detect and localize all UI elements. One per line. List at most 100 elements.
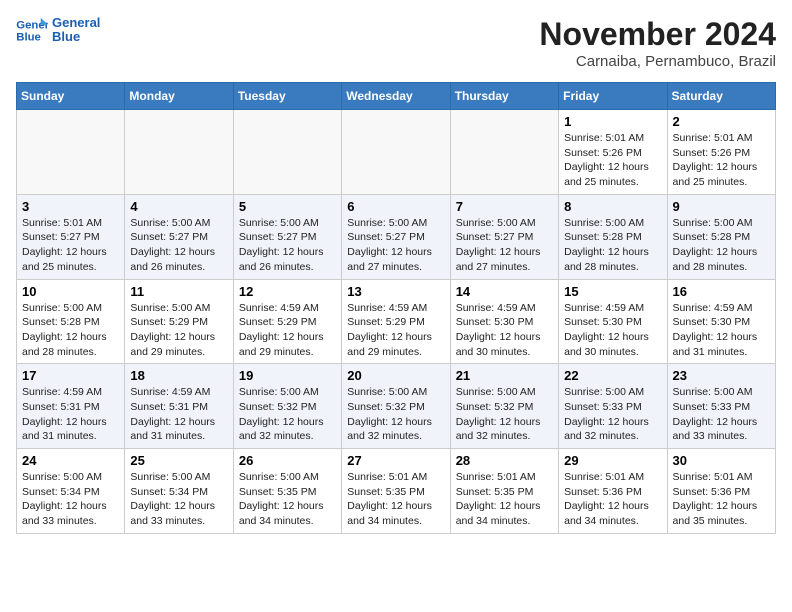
day-number: 11 bbox=[130, 284, 227, 299]
calendar-cell: 15 Sunrise: 4:59 AM Sunset: 5:30 PM Dayli… bbox=[559, 279, 667, 364]
calendar-cell: 28 Sunrise: 5:01 AM Sunset: 5:35 PM Dayli… bbox=[450, 449, 558, 534]
day-number: 27 bbox=[347, 453, 444, 468]
weekday-header-tuesday: Tuesday bbox=[233, 83, 341, 110]
day-info: Sunrise: 5:01 AM Sunset: 5:26 PM Dayligh… bbox=[673, 131, 770, 190]
day-info: Sunrise: 5:00 AM Sunset: 5:32 PM Dayligh… bbox=[456, 385, 553, 444]
weekday-header-row: SundayMondayTuesdayWednesdayThursdayFrid… bbox=[17, 83, 776, 110]
calendar-cell: 26 Sunrise: 5:00 AM Sunset: 5:35 PM Dayli… bbox=[233, 449, 341, 534]
calendar-cell: 4 Sunrise: 5:00 AM Sunset: 5:27 PM Daylig… bbox=[125, 194, 233, 279]
calendar-week-5: 24 Sunrise: 5:00 AM Sunset: 5:34 PM Dayli… bbox=[17, 449, 776, 534]
calendar-cell bbox=[17, 110, 125, 195]
day-info: Sunrise: 5:00 AM Sunset: 5:34 PM Dayligh… bbox=[130, 470, 227, 529]
weekday-header-thursday: Thursday bbox=[450, 83, 558, 110]
day-info: Sunrise: 4:59 AM Sunset: 5:31 PM Dayligh… bbox=[22, 385, 119, 444]
day-info: Sunrise: 4:59 AM Sunset: 5:31 PM Dayligh… bbox=[130, 385, 227, 444]
day-number: 3 bbox=[22, 199, 119, 214]
day-info: Sunrise: 5:00 AM Sunset: 5:28 PM Dayligh… bbox=[673, 216, 770, 275]
day-info: Sunrise: 5:00 AM Sunset: 5:27 PM Dayligh… bbox=[239, 216, 336, 275]
day-info: Sunrise: 5:00 AM Sunset: 5:32 PM Dayligh… bbox=[239, 385, 336, 444]
day-info: Sunrise: 5:00 AM Sunset: 5:33 PM Dayligh… bbox=[564, 385, 661, 444]
day-number: 17 bbox=[22, 368, 119, 383]
day-info: Sunrise: 5:01 AM Sunset: 5:27 PM Dayligh… bbox=[22, 216, 119, 275]
location-subtitle: Carnaiba, Pernambuco, Brazil bbox=[539, 53, 776, 70]
weekday-header-wednesday: Wednesday bbox=[342, 83, 450, 110]
day-number: 28 bbox=[456, 453, 553, 468]
svg-text:Blue: Blue bbox=[16, 32, 41, 44]
calendar-cell bbox=[342, 110, 450, 195]
day-info: Sunrise: 4:59 AM Sunset: 5:30 PM Dayligh… bbox=[456, 301, 553, 360]
day-number: 15 bbox=[564, 284, 661, 299]
calendar-cell: 6 Sunrise: 5:00 AM Sunset: 5:27 PM Daylig… bbox=[342, 194, 450, 279]
day-info: Sunrise: 5:00 AM Sunset: 5:28 PM Dayligh… bbox=[564, 216, 661, 275]
day-number: 13 bbox=[347, 284, 444, 299]
day-number: 8 bbox=[564, 199, 661, 214]
day-number: 1 bbox=[564, 114, 661, 129]
calendar-cell: 22Sunrise: 5:00 AM Sunset: 5:33 PM Dayli… bbox=[559, 364, 667, 449]
day-info: Sunrise: 5:00 AM Sunset: 5:32 PM Dayligh… bbox=[347, 385, 444, 444]
calendar-cell: 19 Sunrise: 5:00 AM Sunset: 5:32 PM Dayli… bbox=[233, 364, 341, 449]
day-number: 29 bbox=[564, 453, 661, 468]
calendar-cell: 30 Sunrise: 5:01 AM Sunset: 5:36 PM Dayli… bbox=[667, 449, 775, 534]
calendar-cell: 14 Sunrise: 4:59 AM Sunset: 5:30 PM Dayli… bbox=[450, 279, 558, 364]
calendar-cell: 20 Sunrise: 5:00 AM Sunset: 5:32 PM Dayli… bbox=[342, 364, 450, 449]
calendar-cell bbox=[450, 110, 558, 195]
calendar-cell: 17 Sunrise: 4:59 AM Sunset: 5:31 PM Dayli… bbox=[17, 364, 125, 449]
calendar-cell: 24 Sunrise: 5:00 AM Sunset: 5:34 PM Dayli… bbox=[17, 449, 125, 534]
calendar-cell: 16Sunrise: 4:59 AM Sunset: 5:30 PM Dayli… bbox=[667, 279, 775, 364]
calendar-cell: 7Sunrise: 5:00 AM Sunset: 5:27 PM Daylig… bbox=[450, 194, 558, 279]
calendar-cell: 29 Sunrise: 5:01 AM Sunset: 5:36 PM Dayli… bbox=[559, 449, 667, 534]
day-number: 5 bbox=[239, 199, 336, 214]
day-number: 30 bbox=[673, 453, 770, 468]
calendar-cell: 10 Sunrise: 5:00 AM Sunset: 5:28 PM Dayli… bbox=[17, 279, 125, 364]
calendar-cell: 21Sunrise: 5:00 AM Sunset: 5:32 PM Dayli… bbox=[450, 364, 558, 449]
day-info: Sunrise: 4:59 AM Sunset: 5:29 PM Dayligh… bbox=[347, 301, 444, 360]
day-info: Sunrise: 5:01 AM Sunset: 5:36 PM Dayligh… bbox=[564, 470, 661, 529]
day-info: Sunrise: 5:01 AM Sunset: 5:36 PM Dayligh… bbox=[673, 470, 770, 529]
day-number: 6 bbox=[347, 199, 444, 214]
calendar-cell: 18 Sunrise: 4:59 AM Sunset: 5:31 PM Dayli… bbox=[125, 364, 233, 449]
day-number: 14 bbox=[456, 284, 553, 299]
calendar-cell: 1 Sunrise: 5:01 AM Sunset: 5:26 PM Daylig… bbox=[559, 110, 667, 195]
calendar-cell: 9Sunrise: 5:00 AM Sunset: 5:28 PM Daylig… bbox=[667, 194, 775, 279]
calendar-table: SundayMondayTuesdayWednesdayThursdayFrid… bbox=[16, 82, 776, 534]
day-number: 19 bbox=[239, 368, 336, 383]
day-info: Sunrise: 5:00 AM Sunset: 5:34 PM Dayligh… bbox=[22, 470, 119, 529]
calendar-cell bbox=[233, 110, 341, 195]
day-info: Sunrise: 4:59 AM Sunset: 5:30 PM Dayligh… bbox=[564, 301, 661, 360]
calendar-cell: 27Sunrise: 5:01 AM Sunset: 5:35 PM Dayli… bbox=[342, 449, 450, 534]
day-number: 24 bbox=[22, 453, 119, 468]
day-number: 20 bbox=[347, 368, 444, 383]
page-header: General Blue General Blue November 2024 … bbox=[16, 16, 776, 70]
calendar-week-2: 3 Sunrise: 5:01 AM Sunset: 5:27 PM Daylig… bbox=[17, 194, 776, 279]
day-info: Sunrise: 5:00 AM Sunset: 5:27 PM Dayligh… bbox=[130, 216, 227, 275]
day-info: Sunrise: 5:00 AM Sunset: 5:27 PM Dayligh… bbox=[456, 216, 553, 275]
day-info: Sunrise: 5:00 AM Sunset: 5:27 PM Dayligh… bbox=[347, 216, 444, 275]
day-info: Sunrise: 4:59 AM Sunset: 5:29 PM Dayligh… bbox=[239, 301, 336, 360]
calendar-cell: 3 Sunrise: 5:01 AM Sunset: 5:27 PM Daylig… bbox=[17, 194, 125, 279]
day-number: 18 bbox=[130, 368, 227, 383]
calendar-cell: 8 Sunrise: 5:00 AM Sunset: 5:28 PM Daylig… bbox=[559, 194, 667, 279]
calendar-cell: 12Sunrise: 4:59 AM Sunset: 5:29 PM Dayli… bbox=[233, 279, 341, 364]
day-number: 2 bbox=[673, 114, 770, 129]
logo-icon: General Blue bbox=[16, 16, 48, 44]
calendar-cell: 13 Sunrise: 4:59 AM Sunset: 5:29 PM Dayli… bbox=[342, 279, 450, 364]
calendar-cell: 25 Sunrise: 5:00 AM Sunset: 5:34 PM Dayli… bbox=[125, 449, 233, 534]
calendar-cell bbox=[125, 110, 233, 195]
logo-line1: General bbox=[52, 16, 100, 30]
day-number: 25 bbox=[130, 453, 227, 468]
day-number: 16 bbox=[673, 284, 770, 299]
logo-line2: Blue bbox=[52, 30, 100, 44]
month-title: November 2024 bbox=[539, 16, 776, 53]
day-number: 26 bbox=[239, 453, 336, 468]
weekday-header-sunday: Sunday bbox=[17, 83, 125, 110]
day-number: 10 bbox=[22, 284, 119, 299]
weekday-header-friday: Friday bbox=[559, 83, 667, 110]
title-block: November 2024 Carnaiba, Pernambuco, Braz… bbox=[539, 16, 776, 70]
calendar-cell: 23Sunrise: 5:00 AM Sunset: 5:33 PM Dayli… bbox=[667, 364, 775, 449]
day-info: Sunrise: 5:01 AM Sunset: 5:35 PM Dayligh… bbox=[456, 470, 553, 529]
day-info: Sunrise: 5:00 AM Sunset: 5:33 PM Dayligh… bbox=[673, 385, 770, 444]
day-info: Sunrise: 5:00 AM Sunset: 5:35 PM Dayligh… bbox=[239, 470, 336, 529]
day-info: Sunrise: 5:00 AM Sunset: 5:28 PM Dayligh… bbox=[22, 301, 119, 360]
day-number: 4 bbox=[130, 199, 227, 214]
day-info: Sunrise: 5:01 AM Sunset: 5:26 PM Dayligh… bbox=[564, 131, 661, 190]
